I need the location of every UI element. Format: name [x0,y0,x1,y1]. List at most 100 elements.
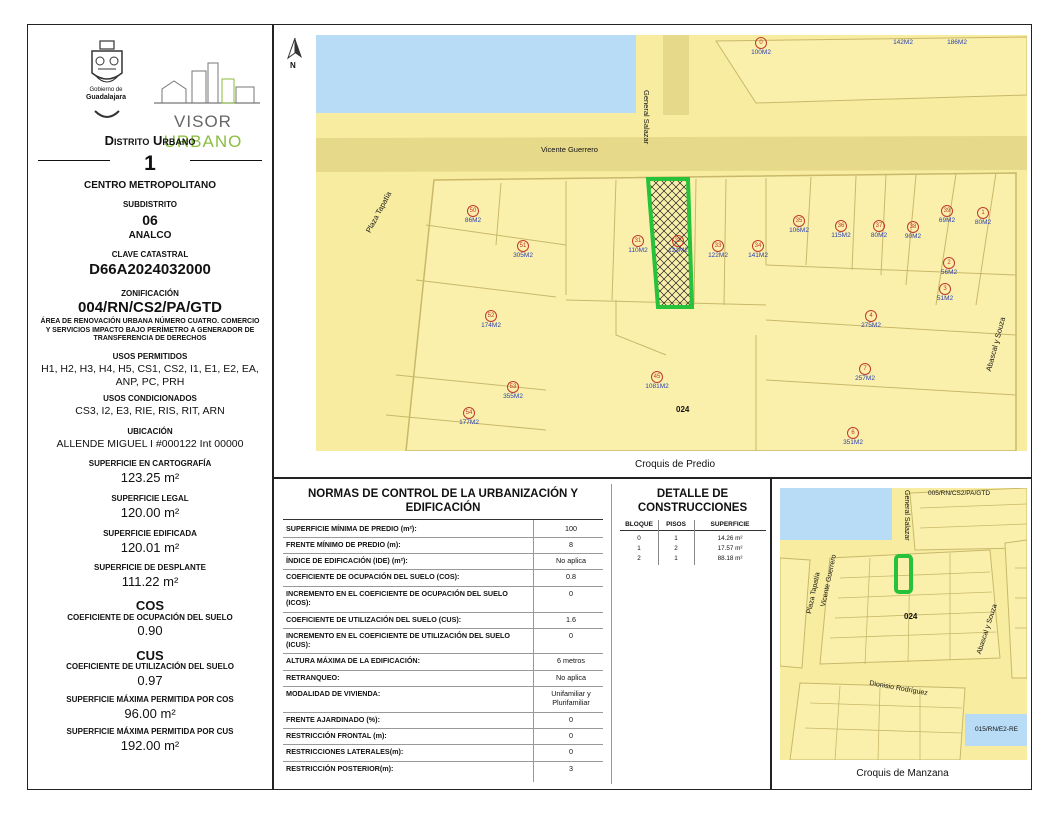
normas-row-value: 100 [565,524,577,533]
distrito-number: 1 [144,152,156,175]
lot-label[interactable]: 142M2 [886,39,920,47]
lot-number: 3 [939,283,951,295]
lot-label[interactable]: 4 275M2 [854,310,888,330]
detalle-cell: 14.26 m² [717,535,743,542]
normas-row-rule [283,569,603,570]
normas-row-label: COEFICIENTE DE UTILIZACIÓN DEL SUELO (CU… [286,615,462,624]
usos-condicionados-label: USOS CONDICIONADOS [103,394,197,403]
normas-row-label: FRENTE AJARDINADO (%): [286,715,380,724]
detalle-title: DETALLE DE CONSTRUCCIONES [637,488,748,514]
lot-area: 1081M2 [645,383,669,390]
lot-area: 110M2 [628,247,648,254]
lot-number: 2 [943,257,955,269]
lot-label[interactable]: 33 122M2 [701,240,735,260]
lot-number: 54 [463,407,475,419]
normas-row-rule [283,653,603,654]
lot-number: 45 [651,371,663,383]
lot-area: 90M2 [904,233,922,240]
detalle-header-pisos: PISOS [666,521,686,528]
lot-label[interactable]: 38 90M2 [896,221,930,241]
normas-row-rule [283,628,603,629]
lot-label[interactable]: 53 355M2 [496,381,530,401]
lot-label[interactable]: 51 305M2 [506,240,540,260]
lot-area: 86M2 [464,217,482,224]
lot-label[interactable]: 45 1081M2 [640,371,674,391]
lot-area: 142M2 [893,39,913,46]
divider-normas-detalle [611,484,612,784]
lot-number: 50 [467,205,479,217]
lot-area: 177M2 [459,419,479,426]
lot-number: 31 [632,235,644,247]
lot-label[interactable]: 36 115M2 [824,220,858,240]
normas-row-label: INCREMENTO EN EL COEFICIENTE DE OCUPACIÓ… [286,589,508,607]
normas-row-rule [283,537,603,538]
subdistrito-number: 06 [142,212,158,228]
lot-number: 39 [941,205,953,217]
normas-row-label: FRENTE MÍNIMO DE PREDIO (m): [286,540,401,549]
normas-row-label: INCREMENTO EN EL COEFICIENTE DE UTILIZAC… [286,631,511,649]
normas-row-value: No aplica [556,673,586,682]
usos-permitidos-value: H1, H2, H3, H4, H5, CS1, CS2, I1, E1, E2… [41,363,259,388]
lot-number: 34 [752,240,764,252]
normas-row-label: SUPERFICIE MÍNIMA DE PREDIO (m²): [286,524,417,533]
normas-row-rule [283,612,603,613]
divider-vertical [272,24,274,790]
lot-number: 6 [847,427,859,439]
lot-area: 56M2 [940,269,958,276]
sup-max-cos-label: SUPERFICIE MÁXIMA PERMITIDA POR COS [66,695,234,704]
lot-label[interactable]: 0 100M2 [744,37,778,57]
lot-label[interactable]: 1 80M2 [966,207,1000,227]
lot-label[interactable]: 34 141M2 [741,240,775,260]
sup-max-cos-value: 96.00 m² [124,706,176,721]
lot-area: 123M2 [668,247,688,254]
lot-label[interactable]: 52 174M2 [474,310,508,330]
detalle-header-bloque: BLOQUE [625,521,653,528]
predio-map[interactable]: General Salazar Vicente Guerrero Plaza T… [316,35,1027,451]
zonificacion-value: 004/RN/CS2/PA/GTD [78,299,222,316]
lot-label[interactable]: 32 123M2 [661,235,695,255]
normas-top-rule [283,519,603,520]
cus-label: COEFICIENTE DE UTILIZACIÓN DEL SUELO [66,662,234,671]
lot-label[interactable]: 35 106M2 [782,215,816,235]
normas-row-value: No aplica [556,556,586,565]
lot-label[interactable]: 3 51M2 [928,283,962,303]
superficie-cartografia-value: 123.25 m² [120,470,180,485]
lot-number: 32 [672,235,684,247]
superficie-legal-value: 120.00 m² [120,505,180,520]
lot-area: 106M2 [789,227,809,234]
detalle-cell: 17.57 m² [717,545,743,552]
normas-row-rule [283,670,603,671]
normas-row-value: 0 [569,715,573,724]
lot-area: 186M2 [947,39,967,46]
sup-max-cus-value: 192.00 m² [120,738,180,753]
superficie-legal-label: SUPERFICIE LEGAL [111,494,189,503]
detalle-cell: 2 [637,555,641,562]
detalle-cell: 0 [637,535,641,542]
sup-max-cus-label: SUPERFICIE MÁXIMA PERMITIDA POR CUS [66,727,234,736]
manzana-map[interactable]: 005/RN/CS2/PA/GTD 015/RN/E2-RE 024 Gener… [780,488,1027,760]
lot-label[interactable]: 50 86M2 [456,205,490,225]
normas-row-value: 3 [569,764,573,773]
normas-row-value: 8 [569,540,573,549]
normas-row-value: 0.8 [566,572,576,581]
city-skyline-icon [154,62,260,104]
smile-arc-icon [94,110,120,118]
lot-label[interactable]: 6 351M2 [836,427,870,447]
superficie-desplante-value: 111.22 m² [121,574,179,589]
normas-row-rule [283,686,603,687]
lot-area: 355M2 [503,393,523,400]
lot-label[interactable]: 39 69M2 [930,205,964,225]
lot-label[interactable]: 2 56M2 [932,257,966,277]
lot-area: 351M2 [843,439,863,446]
lot-label[interactable]: 37 80M2 [862,220,896,240]
lot-label[interactable]: 31 110M2 [621,235,655,255]
normas-row-value: 1.6 [566,615,576,624]
distrito-label: Distrito Urbano [104,133,196,148]
lot-label[interactable]: 54 177M2 [452,407,486,427]
detalle-header-superficie: SUPERFICIE [710,521,750,528]
lot-label[interactable]: 186M2 [940,39,974,47]
lot-number: 1 [977,207,989,219]
superficie-edificada-label: SUPERFICIE EDIFICADA [103,529,197,538]
lot-area: 257M2 [855,375,875,382]
lot-label[interactable]: 7 257M2 [848,363,882,383]
